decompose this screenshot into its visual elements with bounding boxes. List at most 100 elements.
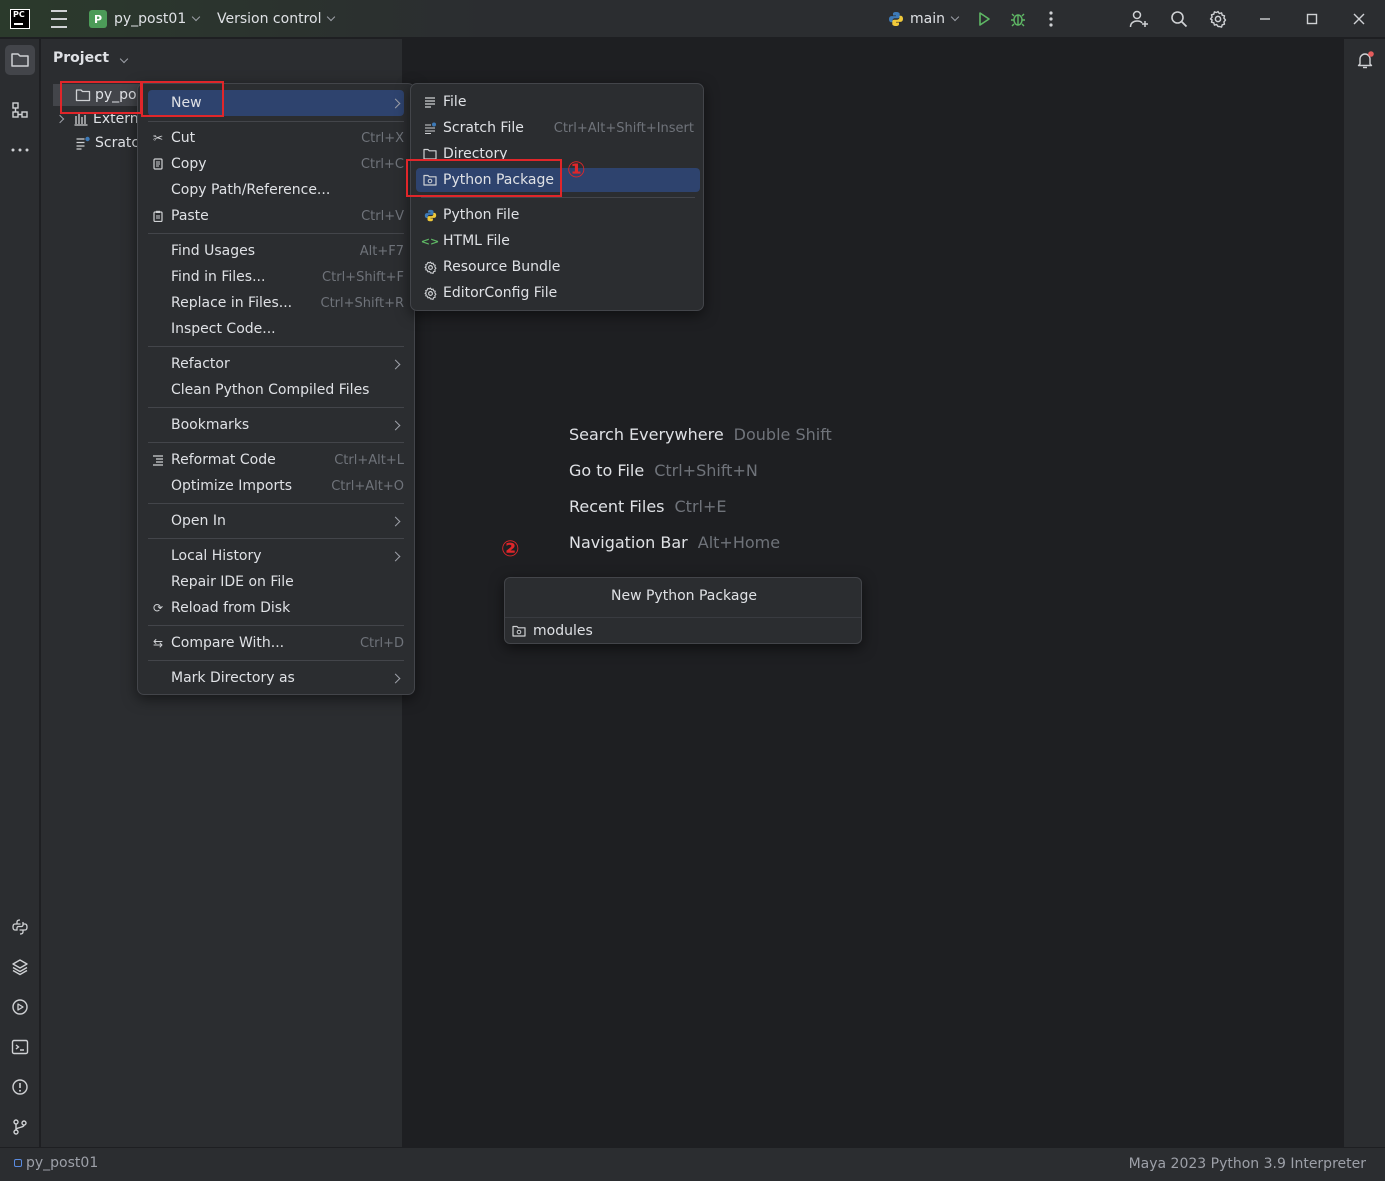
more-actions-button[interactable] xyxy=(1039,8,1063,30)
annotation-marker-1: ① xyxy=(567,158,586,183)
copy-icon xyxy=(151,157,165,171)
html-icon: <> xyxy=(420,234,440,248)
run-config-selector[interactable]: main xyxy=(888,0,960,38)
menu-item-label: Bookmarks xyxy=(171,417,250,433)
status-project-breadcrumb[interactable]: py_post01 xyxy=(14,1155,98,1171)
package-name-input[interactable]: modules xyxy=(505,617,861,644)
tree-item-label: Scratc xyxy=(95,135,140,151)
main-menu-button[interactable] xyxy=(48,0,70,38)
run-button[interactable] xyxy=(972,8,996,30)
file-icon xyxy=(423,95,437,109)
hint-shortcut: Ctrl+Shift+N xyxy=(654,461,758,480)
menu-separator xyxy=(148,503,404,504)
menu-item-paste[interactable]: Paste Ctrl+V xyxy=(148,203,404,229)
menu-item-shortcut: Ctrl+C xyxy=(360,156,404,172)
menu-item-reformat-code[interactable]: Reformat Code Ctrl+Alt+L xyxy=(148,447,404,473)
git-button[interactable] xyxy=(5,1112,35,1142)
minimize-button[interactable] xyxy=(1253,8,1277,30)
maximize-button[interactable] xyxy=(1300,8,1324,30)
menu-item-open-in[interactable]: Open In xyxy=(148,508,404,534)
submenu-item-scratch-file[interactable]: Scratch File Ctrl+Alt+Shift+Insert xyxy=(416,116,700,140)
menu-item-label: Optimize Imports xyxy=(171,478,292,494)
project-panel-header[interactable]: Project xyxy=(53,50,129,66)
menu-item-reload-from-disk[interactable]: ⟳ Reload from Disk xyxy=(148,595,404,621)
submenu-item-editorconfig-file[interactable]: EditorConfig File xyxy=(416,281,700,305)
menu-item-mark-directory[interactable]: Mark Directory as xyxy=(148,665,404,691)
gear-icon xyxy=(1209,10,1227,28)
structure-tool-button[interactable] xyxy=(5,95,35,125)
new-python-package-dialog: New Python Package modules xyxy=(504,577,862,644)
menu-item-copy-path[interactable]: Copy Path/Reference... xyxy=(148,177,404,203)
hint-label: Recent Files xyxy=(569,497,665,516)
status-project-name: py_post01 xyxy=(26,1155,99,1171)
menu-item-label: Compare With... xyxy=(171,635,285,651)
menu-item-label: Copy Path/Reference... xyxy=(171,182,331,198)
terminal-button[interactable] xyxy=(5,1032,35,1062)
chevron-down-icon xyxy=(119,54,129,64)
menu-item-label: Clean Python Compiled Files xyxy=(171,382,370,398)
menu-item-refactor[interactable]: Refactor xyxy=(148,351,404,377)
chevron-down-icon xyxy=(950,12,960,22)
submenu-item-resource-bundle[interactable]: Resource Bundle xyxy=(416,255,700,279)
python-icon xyxy=(889,12,903,26)
services-button[interactable] xyxy=(5,992,35,1022)
submenu-item-file[interactable]: File xyxy=(416,90,700,114)
python-console-button[interactable] xyxy=(5,912,35,942)
python-packages-button[interactable] xyxy=(5,952,35,982)
menu-item-copy[interactable]: Copy Ctrl+C xyxy=(148,151,404,177)
menu-separator xyxy=(148,625,404,626)
debug-button[interactable] xyxy=(1006,8,1030,30)
menu-item-local-history[interactable]: Local History xyxy=(148,543,404,569)
menu-item-compare-with[interactable]: ⇆ Compare With... Ctrl+D xyxy=(148,630,404,656)
menu-item-cut[interactable]: ✂ Cut Ctrl+X xyxy=(148,125,404,151)
close-button[interactable] xyxy=(1347,8,1371,30)
menu-item-repair-ide[interactable]: Repair IDE on File xyxy=(148,569,404,595)
paste-icon xyxy=(151,209,165,223)
context-menu: New ✂ Cut Ctrl+X Copy Ctrl+C Copy Path/R… xyxy=(137,83,415,695)
gear-icon xyxy=(423,286,437,300)
menu-item-inspect-code[interactable]: Inspect Code... xyxy=(148,316,404,342)
services-icon xyxy=(12,999,28,1015)
minimize-icon xyxy=(1260,18,1270,20)
menu-item-label: Find in Files... xyxy=(171,269,266,285)
bell-icon xyxy=(1357,51,1374,69)
status-interpreter[interactable]: Maya 2023 Python 3.9 Interpreter xyxy=(1129,1156,1366,1172)
run-config-name: main xyxy=(910,11,945,27)
run-icon xyxy=(979,12,990,26)
menu-item-clean-compiled[interactable]: Clean Python Compiled Files xyxy=(148,377,404,403)
search-button[interactable] xyxy=(1167,8,1191,30)
menu-item-bookmarks[interactable]: Bookmarks xyxy=(148,412,404,438)
submenu-item-label: File xyxy=(443,94,467,110)
tree-item-scratches[interactable]: Scratc xyxy=(53,132,139,154)
menu-item-shortcut: Ctrl+X xyxy=(361,130,404,146)
menu-item-shortcut: Ctrl+Shift+F xyxy=(322,269,404,285)
python-console-icon xyxy=(12,919,28,935)
folder-icon xyxy=(11,53,29,67)
submenu-item-python-file[interactable]: Python File xyxy=(416,203,700,227)
version-control-menu[interactable]: Version control xyxy=(217,0,336,38)
hint-label: Go to File xyxy=(569,461,645,480)
settings-button[interactable] xyxy=(1206,8,1230,30)
project-tool-button[interactable] xyxy=(5,45,35,75)
menu-item-optimize-imports[interactable]: Optimize Imports Ctrl+Alt+O xyxy=(148,473,404,499)
menu-item-label: Reformat Code xyxy=(171,452,276,468)
menu-item-find-in-files[interactable]: Find in Files... Ctrl+Shift+F xyxy=(148,264,404,290)
gear-icon xyxy=(423,260,437,274)
code-with-me-button[interactable] xyxy=(1127,8,1151,30)
hint-label: Search Everywhere xyxy=(569,425,724,444)
project-switcher[interactable]: P py_post01 xyxy=(89,0,201,38)
layers-icon xyxy=(12,959,28,976)
more-tools-button[interactable] xyxy=(5,135,35,165)
terminal-icon xyxy=(11,1039,29,1055)
menu-item-find-usages[interactable]: Find Usages Alt+F7 xyxy=(148,238,404,264)
menu-separator xyxy=(148,407,404,408)
chevron-right-icon xyxy=(390,516,401,526)
chevron-right-icon xyxy=(55,114,65,124)
submenu-item-html-file[interactable]: <> HTML File xyxy=(416,229,700,253)
menu-item-replace-in-files[interactable]: Replace in Files... Ctrl+Shift+R xyxy=(148,290,404,316)
library-icon xyxy=(74,114,88,126)
problems-button[interactable] xyxy=(5,1072,35,1102)
menu-separator xyxy=(421,197,695,198)
notifications-button[interactable] xyxy=(1350,45,1380,75)
submenu-item-shortcut: Ctrl+Alt+Shift+Insert xyxy=(553,120,694,136)
